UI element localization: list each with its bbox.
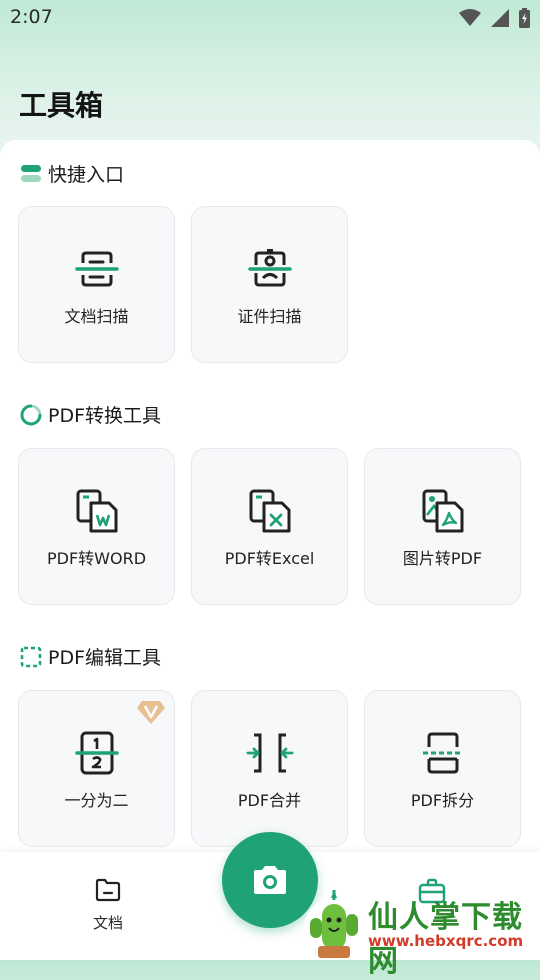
merge-icon [246, 733, 293, 773]
pdf-to-word-icon [76, 489, 117, 533]
section-header-pdf-convert: PDF转换工具 [20, 401, 161, 428]
tool-image-to-pdf[interactable]: 图片转PDF [364, 448, 521, 605]
tool-split-in-two[interactable]: 一分为二 [18, 690, 175, 847]
status-time: 2:07 [10, 6, 53, 28]
tool-pdf-to-excel[interactable]: PDF转Excel [191, 448, 348, 605]
toolbox-panel: 快捷入口 文档扫描 证件扫描 PDF转换工具 PDF转WORD PDF转Exce… [0, 140, 540, 860]
tool-label: PDF合并 [237, 791, 302, 810]
nav-label: 文档 [92, 914, 123, 932]
tool-label: PDF转Excel [224, 549, 315, 568]
tool-label: 图片转PDF [402, 549, 483, 568]
camera-icon [254, 866, 286, 894]
tool-label: PDF转WORD [46, 549, 147, 568]
tool-document-scan[interactable]: 文档扫描 [18, 206, 175, 363]
section-title: PDF编辑工具 [48, 647, 162, 669]
tool-id-scan[interactable]: 证件扫描 [191, 206, 348, 363]
nav-item-documents[interactable]: 文档 [68, 878, 148, 933]
loop-icon [20, 404, 42, 425]
pdf-split-icon [422, 732, 463, 774]
status-bar: 2:07 [0, 0, 540, 36]
tool-pdf-merge[interactable]: PDF合并 [191, 690, 348, 847]
dashed-frame-icon [20, 646, 42, 667]
id-card-scan-icon [247, 249, 292, 287]
page-title: 工具箱 [19, 89, 104, 122]
tool-label: 一分为二 [64, 791, 129, 810]
toggle-icon [21, 164, 41, 182]
section-header-quick-entry: 快捷入口 [20, 160, 124, 187]
document-scan-icon [74, 251, 119, 287]
watermark-url: www.hebxqrc.com [368, 932, 524, 950]
status-icons [459, 8, 530, 28]
section-header-pdf-edit: PDF编辑工具 [20, 643, 161, 670]
vip-diamond-icon [137, 701, 165, 724]
battery-icon [519, 8, 530, 28]
pdf-to-excel-icon [249, 489, 290, 533]
folder-icon [95, 878, 121, 902]
tool-pdf-to-word[interactable]: PDF转WORD [18, 448, 175, 605]
tool-label: 证件扫描 [237, 307, 302, 326]
tool-label: PDF拆分 [410, 791, 475, 810]
wifi-icon [459, 9, 481, 26]
section-title: 快捷入口 [48, 164, 125, 186]
cactus-logo [304, 890, 364, 958]
image-to-pdf-icon [422, 489, 463, 533]
signal-icon [491, 9, 509, 27]
tool-label: 文档扫描 [64, 307, 129, 326]
watermark: 仙人掌下载网 www.hebxqrc.com [300, 888, 540, 979]
split-page-icon [74, 731, 119, 775]
section-title: PDF转换工具 [48, 405, 162, 427]
tool-pdf-split[interactable]: PDF拆分 [364, 690, 521, 847]
